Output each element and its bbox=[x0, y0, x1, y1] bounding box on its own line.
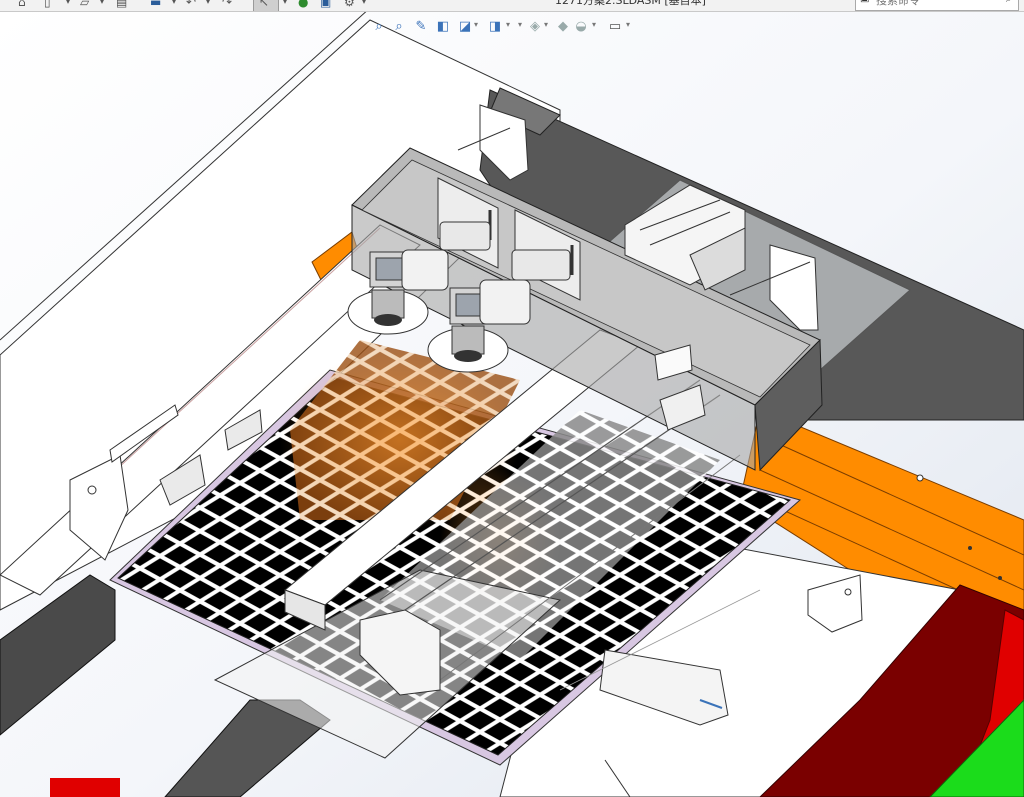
select-cursor-icon: ↖ bbox=[259, 0, 270, 9]
undo-icon[interactable]: ↶ bbox=[186, 0, 196, 9]
zoom-to-area-icon[interactable]: ⌕ bbox=[390, 18, 408, 36]
chevron-down-icon[interactable]: ▾ bbox=[100, 0, 104, 9]
chevron-down-icon[interactable]: ▾ bbox=[626, 20, 630, 29]
edit-appearance-icon[interactable]: ◆ bbox=[554, 18, 572, 36]
view-orientation-icon[interactable]: ◨ bbox=[486, 18, 504, 36]
view-settings-icon[interactable]: ▭ bbox=[606, 18, 624, 36]
chevron-down-icon[interactable]: ▾ bbox=[506, 20, 510, 29]
command-search-icon: ▣ bbox=[860, 0, 869, 4]
chevron-down-icon[interactable]: ▾ bbox=[172, 0, 176, 9]
search-icon[interactable]: ⌕ bbox=[1006, 0, 1012, 6]
open-icon[interactable]: ▱ bbox=[80, 0, 89, 9]
hide-show-items-icon[interactable]: ◈ bbox=[526, 18, 544, 36]
apply-scene-icon[interactable]: ◒ bbox=[572, 18, 590, 36]
section-view-icon[interactable]: ◧ bbox=[434, 18, 452, 36]
chevron-down-icon[interactable]: ▾ bbox=[592, 20, 596, 29]
previous-view-icon[interactable]: ✎ bbox=[412, 18, 430, 36]
file-properties-icon[interactable]: ▣ bbox=[320, 0, 331, 9]
graphics-viewport[interactable] bbox=[0, 12, 1024, 797]
red-block-bottom-left bbox=[50, 778, 120, 797]
rebuild-icon[interactable]: ● bbox=[298, 0, 308, 9]
chevron-down-icon[interactable]: ▾ bbox=[206, 0, 210, 9]
dynamic-annotation-icon[interactable]: ◪ bbox=[456, 18, 474, 36]
chevron-down-icon[interactable]: ▾ bbox=[283, 0, 287, 9]
options-gear-icon[interactable]: ⚙ bbox=[344, 0, 355, 9]
print-icon[interactable]: ▬ bbox=[150, 0, 161, 9]
chevron-down-icon[interactable]: ▾ bbox=[518, 20, 522, 29]
save-icon[interactable]: ▤ bbox=[116, 0, 127, 9]
chevron-down-icon[interactable]: ▾ bbox=[474, 20, 478, 29]
redo-icon[interactable]: ↷ bbox=[222, 0, 232, 9]
chevron-down-icon[interactable]: ▾ bbox=[544, 20, 548, 29]
chevron-down-icon[interactable]: ▾ bbox=[66, 0, 70, 9]
home-icon[interactable]: ⌂ bbox=[18, 0, 26, 9]
search-commands-field[interactable]: ▣ ⌕ bbox=[855, 0, 1019, 11]
top-command-bar: ⌂ ▯ ▾ ▱ ▾ ▤ ▬ ▾ ↶ ▾ ↷ ↖ ▾ ● ▣ ⚙ ▾ 1271方案… bbox=[0, 0, 1024, 12]
new-document-icon[interactable]: ▯ bbox=[44, 0, 51, 9]
window-title: 1271方案2.SLDASM [基目本] bbox=[555, 0, 706, 7]
zoom-to-fit-icon[interactable]: ⌕ bbox=[370, 18, 388, 36]
search-input[interactable] bbox=[876, 0, 991, 7]
chevron-down-icon[interactable]: ▾ bbox=[362, 0, 366, 9]
